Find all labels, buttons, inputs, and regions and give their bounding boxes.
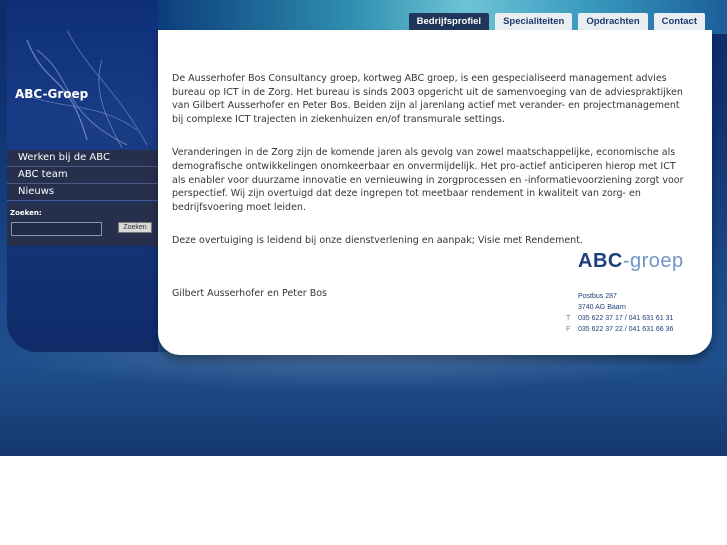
sidebar-menu: Werken bij de ABC ABC team Nieuws [7, 150, 158, 201]
search-area: Zoeken: Zoeken [7, 202, 158, 246]
sidebar-item-team[interactable]: ABC team [7, 167, 158, 184]
search-input[interactable] [11, 222, 102, 236]
tab-specialiteiten[interactable]: Specialiteiten [495, 13, 573, 30]
main-content: De Ausserhofer Bos Consultancy groep, ko… [172, 72, 692, 268]
phone-label: T [566, 315, 571, 322]
logo-main: ABC [578, 250, 623, 272]
fax-label: F [566, 326, 571, 333]
logo-sub: groep [630, 250, 684, 272]
sidebar-item-werken[interactable]: Werken bij de ABC [7, 150, 158, 167]
footer-glow [0, 352, 727, 392]
signature: Gilbert Ausserhofer en Peter Bos [172, 288, 328, 299]
intro-paragraph: De Ausserhofer Bos Consultancy groep, ko… [172, 73, 683, 125]
contact-address: Postbus 287 3740 AG Baarn T 035 622 37 17… [566, 291, 673, 335]
tab-opdrachten[interactable]: Opdrachten [578, 13, 648, 30]
phone-number: 035 622 37 17 / 041 631 61 31 [578, 315, 674, 322]
page-background: ABC-Groep Werken bij de ABC ABC team Nie… [0, 0, 727, 456]
sidebar-item-nieuws[interactable]: Nieuws [7, 184, 158, 201]
vision-paragraph: Veranderingen in de Zorg zijn de komende… [172, 147, 684, 213]
address-line2: 3740 AG Baarn [578, 304, 626, 311]
tab-bedrijfsprofiel[interactable]: Bedrijfsprofiel [408, 13, 490, 30]
logo-separator: - [622, 250, 631, 272]
top-nav-tabs: Bedrijfsprofiel Specialiteiten Opdrachte… [408, 13, 705, 30]
content-panel: De Ausserhofer Bos Consultancy groep, ko… [158, 30, 712, 355]
search-label: Zoeken: [10, 209, 42, 217]
address-line1: Postbus 287 [578, 293, 617, 300]
fax-number: 035 622 37 22 / 041 631 66 36 [578, 326, 674, 333]
abc-logo: ABC-groep [578, 250, 684, 273]
tab-contact[interactable]: Contact [653, 13, 705, 30]
conviction-paragraph: Deze overtuiging is leidend bij onze die… [172, 235, 583, 247]
sidebar: ABC-Groep Werken bij de ABC ABC team Nie… [7, 0, 158, 352]
brand-name: ABC-Groep [15, 87, 89, 101]
search-button[interactable]: Zoeken [118, 222, 152, 233]
